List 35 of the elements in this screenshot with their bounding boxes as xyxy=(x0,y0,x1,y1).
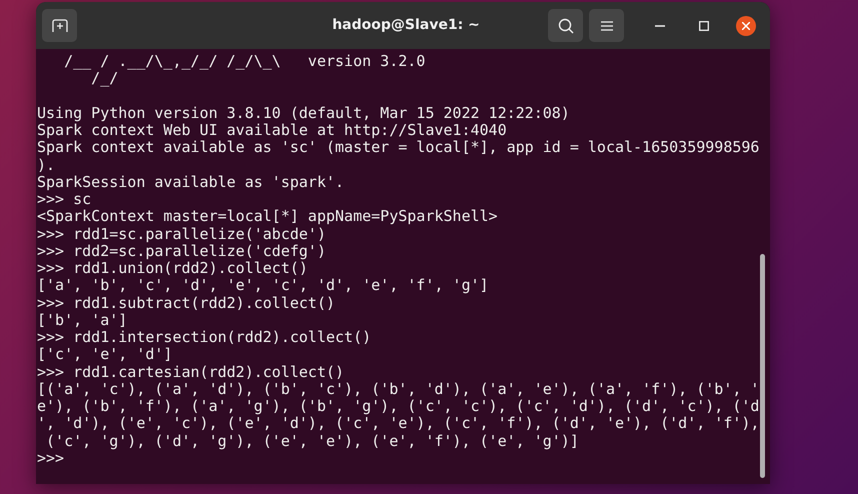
terminal-line: >>> rdd1.union(rdd2).collect() xyxy=(37,259,308,277)
terminal-line: >>> rdd1.cartesian(rdd2).collect() xyxy=(37,362,344,380)
menu-button[interactable] xyxy=(589,9,624,42)
terminal-line: SparkSession available as 'spark'. xyxy=(37,172,344,191)
menu-icon xyxy=(600,20,612,30)
terminal-line: /__ / .__/\_,_/_/ /_/\_\ version 3.2.0 xyxy=(63,52,426,70)
maximize-icon xyxy=(699,20,709,30)
terminal-line: ['b', 'a'] xyxy=(37,310,128,329)
minimize-icon xyxy=(655,24,665,26)
terminal-line: >>> rdd1=sc.parallelize('abcde') xyxy=(37,224,326,242)
terminal-line: ('c', 'g'), ('d', 'g'), ('e', 'e'), ('e', 'f'), ('e', 'g')] xyxy=(45,432,579,450)
search-button[interactable] xyxy=(548,9,583,42)
window-title: hadoop@Slave1: ~ xyxy=(331,16,481,35)
terminal-line: >>> sc xyxy=(37,190,92,208)
terminal-line: Spark context available as 'sc' (master = local[*], app id = local-1650359998596 xyxy=(37,138,760,156)
terminal-line: >>> rdd1.subtract(rdd2).collect() xyxy=(37,294,336,312)
close-icon xyxy=(742,22,750,30)
terminal-line: ['a', 'b', 'c', 'd', 'e', 'c', 'd', 'e', 'f', 'g'] xyxy=(37,276,489,294)
terminal-line: ). xyxy=(37,156,56,174)
terminal-line: <SparkContext master=local[*] appName=PySparkShell> xyxy=(37,207,498,226)
new-tab-button[interactable] xyxy=(42,9,77,42)
terminal-line: /_/ xyxy=(91,69,118,88)
terminal-line: >>> rdd2=sc.parallelize('cdefg') xyxy=(37,242,326,260)
terminal-line: e'), ('b', 'f'), ('a', 'g'), ('b', 'g'), ('c', 'c'), ('c', 'd'), ('d', 'c'), ('d xyxy=(37,397,760,415)
search-icon xyxy=(558,18,574,34)
scrollbar-thumb[interactable] xyxy=(760,254,765,478)
terminal-line: Spark context Web UI available at http://Slave1:4040 xyxy=(37,121,507,139)
terminal-line: [('a', 'c'), ('a', 'd'), ('b', 'c'), ('b', 'd'), ('a', 'e'), ('a', 'f'), ('b', ' xyxy=(37,380,760,398)
new-tab-icon xyxy=(52,18,68,32)
close-button[interactable] xyxy=(736,16,756,36)
terminal-line: ', 'd'), ('e', 'c'), ('e', 'd'), ('c', 'e'), ('c', 'f'), ('d', 'e'), ('d', 'f'), xyxy=(37,414,760,432)
terminal-line: >>> xyxy=(37,448,64,467)
terminal-line: ['c', 'e', 'd'] xyxy=(37,345,172,364)
terminal-line: >>> rdd1.intersection(rdd2).collect() xyxy=(37,328,372,346)
terminal-line: Using Python version 3.8.10 (default, Mar 15 2022 12:22:08) xyxy=(37,104,570,122)
